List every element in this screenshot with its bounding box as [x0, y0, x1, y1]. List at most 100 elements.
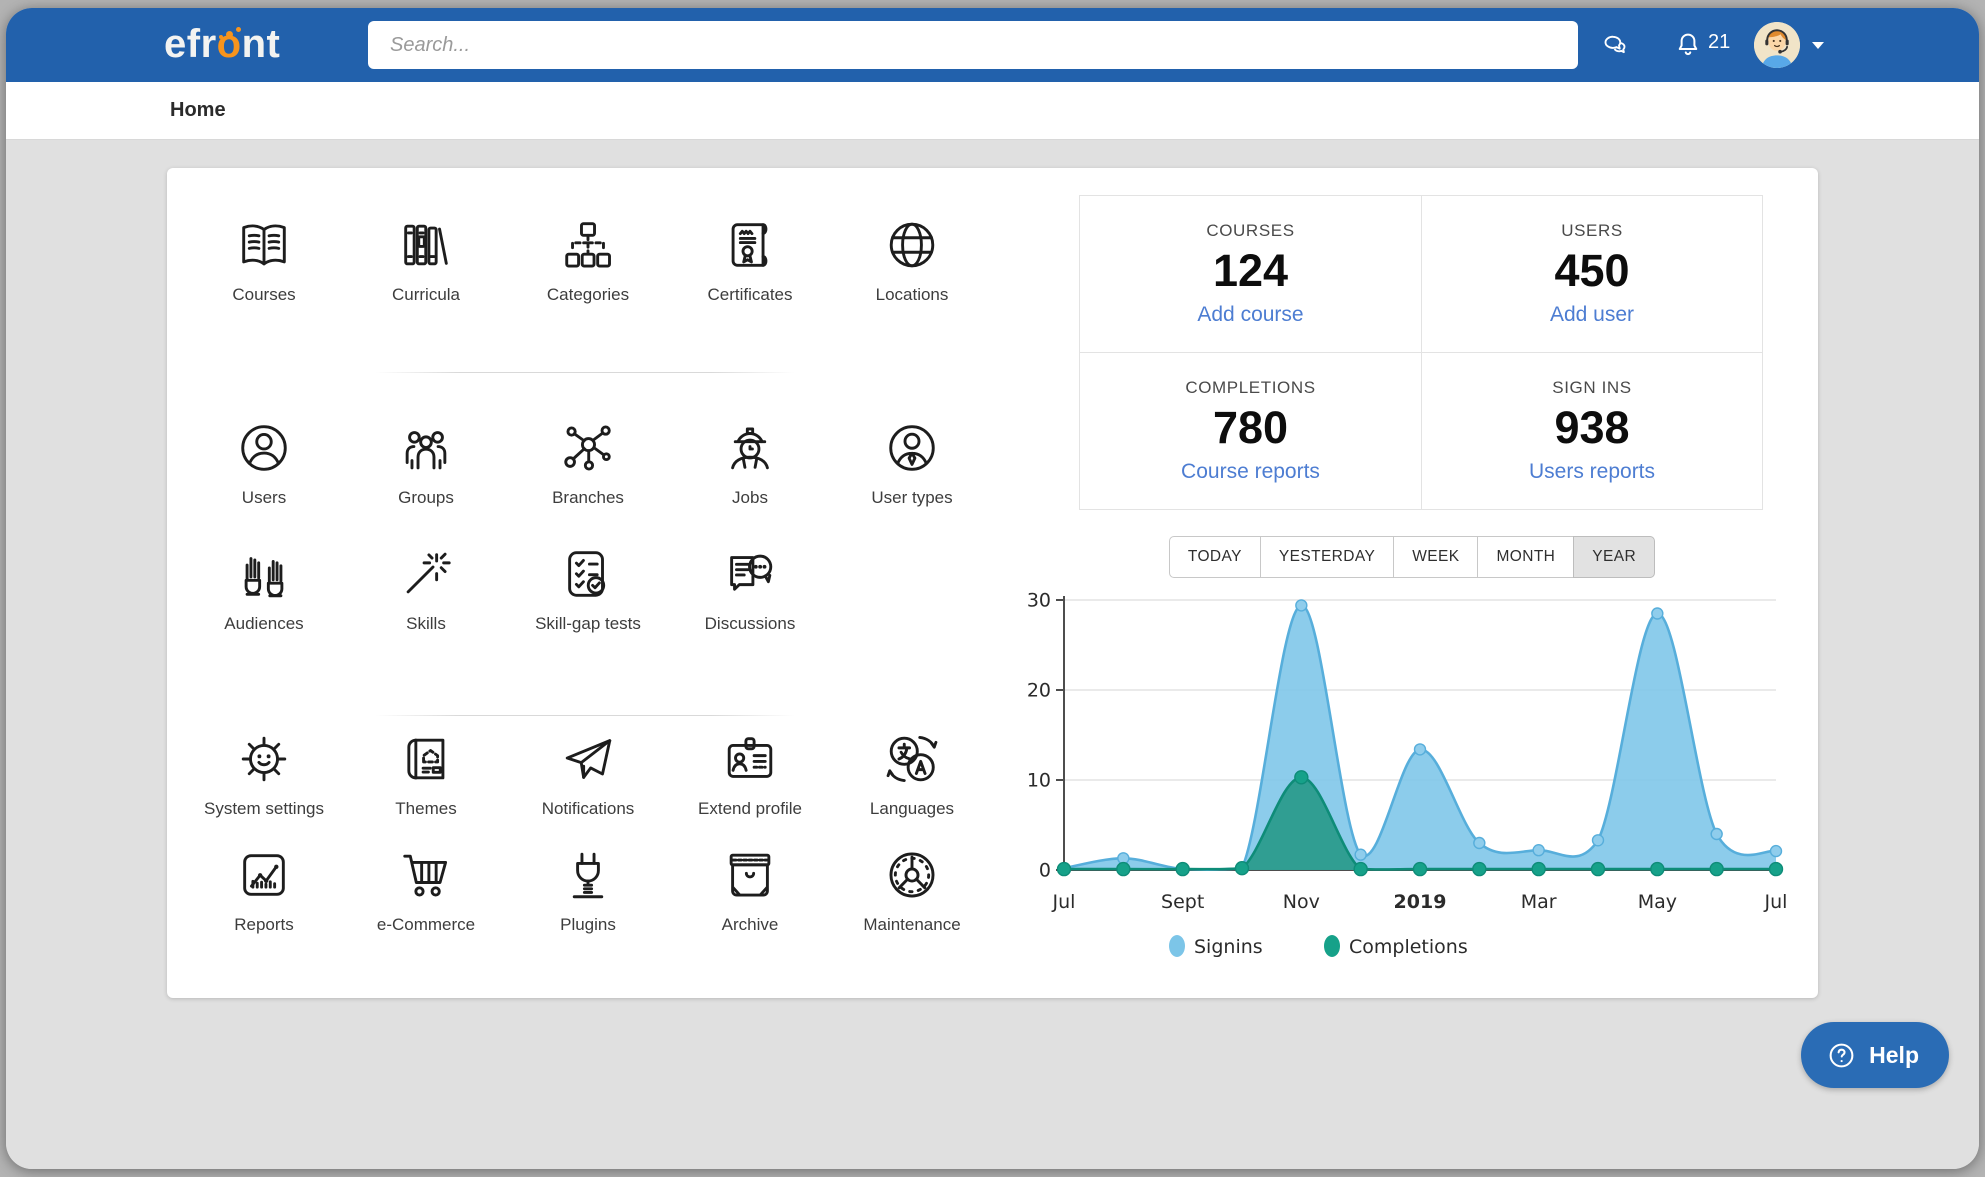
notification-count-badge[interactable]: 21 — [1708, 31, 1730, 54]
signins-data-point[interactable] — [1771, 846, 1782, 857]
legend-item-completions[interactable]: Completions — [1324, 935, 1468, 958]
menu-item-categories[interactable]: Categories — [507, 214, 669, 356]
signins-data-point[interactable] — [1711, 829, 1722, 840]
signins-data-point[interactable] — [1415, 744, 1426, 755]
worker-helmet-icon — [719, 417, 781, 479]
signins-data-point[interactable] — [1593, 835, 1604, 846]
menu-section-1: CoursesCurricula Categories Certificates Lo… — [183, 214, 995, 356]
menu-item-label: e-Commerce — [377, 915, 475, 935]
open-book-icon — [233, 214, 295, 276]
messages-icon[interactable] — [1600, 31, 1630, 61]
y-tick-label: 10 — [1027, 770, 1051, 792]
y-tick-label: 30 — [1027, 590, 1051, 612]
stat-link-add-user[interactable]: Add user — [1550, 303, 1634, 327]
breadcrumb[interactable]: Home — [170, 82, 226, 139]
tab-today[interactable]: TODAY — [1169, 536, 1261, 578]
stat-link-users-reports[interactable]: Users reports — [1529, 460, 1655, 484]
stat-label: USERS — [1561, 221, 1623, 241]
menu-item-audiences[interactable]: Audiences — [183, 543, 345, 669]
menu-item-discussions[interactable]: Discussions — [669, 543, 831, 669]
signins-data-point[interactable] — [1652, 608, 1663, 619]
menu-item-groups[interactable]: Groups — [345, 417, 507, 543]
menu-section-2: Users GroupsBranches Jobs User types Audienc… — [183, 417, 995, 669]
menu-item-label: Locations — [876, 285, 949, 305]
menu-item-e-commerce[interactable]: e-Commerce — [345, 844, 507, 960]
tab-week[interactable]: WEEK — [1393, 536, 1478, 578]
id-card-icon — [719, 728, 781, 790]
x-tick-label: 2019 — [1394, 891, 1447, 913]
search-input[interactable] — [368, 21, 1578, 69]
menu-item-locations[interactable]: Locations — [831, 214, 993, 356]
menu-item-user-types[interactable]: User types — [831, 417, 993, 543]
menu-item-users[interactable]: Users — [183, 417, 345, 543]
completions-data-point[interactable] — [1770, 863, 1783, 876]
section-divider — [375, 715, 795, 716]
completions-data-point[interactable] — [1532, 863, 1545, 876]
admin-menu-grid: CoursesCurricula Categories Certificates Lo… — [183, 214, 995, 960]
section-divider — [375, 372, 795, 373]
menu-item-themes[interactable]: Themes — [345, 728, 507, 844]
completions-data-point[interactable] — [1710, 863, 1723, 876]
translate-circles-icon — [881, 728, 943, 790]
profile-menu-caret-icon[interactable] — [1812, 42, 1824, 49]
menu-item-reports[interactable]: Reports — [183, 844, 345, 960]
x-tick-label: Nov — [1283, 891, 1320, 913]
menu-item-label: Jobs — [732, 488, 768, 508]
menu-item-maintenance[interactable]: Maintenance — [831, 844, 993, 960]
user-badge-icon — [881, 417, 943, 479]
gauge-wheel-icon — [881, 844, 943, 906]
stat-label: SIGN INS — [1552, 378, 1631, 398]
legend-item-signins[interactable]: Signins — [1169, 935, 1263, 958]
activity-chart: 0102030JulSeptNov2019MarMayJulSigninsCom… — [1017, 588, 1807, 988]
tab-month[interactable]: MONTH — [1477, 536, 1574, 578]
completions-data-point[interactable] — [1295, 771, 1308, 784]
tab-year[interactable]: YEAR — [1573, 536, 1655, 578]
completions-data-point[interactable] — [1651, 863, 1664, 876]
completions-data-point[interactable] — [1176, 863, 1189, 876]
paper-plane-icon — [557, 728, 619, 790]
menu-item-label: Categories — [547, 285, 629, 305]
tab-yesterday[interactable]: YESTERDAY — [1260, 536, 1394, 578]
completions-data-point[interactable] — [1473, 863, 1486, 876]
legend-label: Signins — [1194, 936, 1263, 958]
menu-item-courses[interactable]: Courses — [183, 214, 345, 356]
completions-data-point[interactable] — [1414, 863, 1427, 876]
stat-label: COMPLETIONS — [1185, 378, 1315, 398]
stat-link-course-reports[interactable]: Course reports — [1181, 460, 1320, 484]
efront-logo[interactable]: efront — [164, 8, 280, 82]
legend-marker — [1169, 935, 1185, 957]
line-chart-box-icon — [233, 844, 295, 906]
menu-item-extend-profile[interactable]: Extend profile — [669, 728, 831, 844]
signins-data-point[interactable] — [1474, 838, 1485, 849]
menu-item-system-settings[interactable]: System settings — [183, 728, 345, 844]
menu-item-skill-gap-tests[interactable]: Skill-gap tests — [507, 543, 669, 669]
menu-item-notifications[interactable]: Notifications — [507, 728, 669, 844]
completions-data-point[interactable] — [1117, 863, 1130, 876]
signins-data-point[interactable] — [1355, 849, 1366, 860]
signins-data-point[interactable] — [1533, 845, 1544, 856]
x-tick-label: Jul — [1052, 891, 1076, 913]
menu-item-languages[interactable]: Languages — [831, 728, 993, 844]
menu-item-label: Skill-gap tests — [535, 614, 641, 634]
help-button[interactable]: Help — [1801, 1022, 1949, 1088]
stat-card-courses: COURSES124Add course — [1080, 196, 1421, 352]
menu-item-certificates[interactable]: Certificates — [669, 214, 831, 356]
completions-data-point[interactable] — [1354, 863, 1367, 876]
menu-item-archive[interactable]: Archive — [669, 844, 831, 960]
menu-item-plugins[interactable]: Plugins — [507, 844, 669, 960]
stat-value: 938 — [1554, 402, 1629, 454]
completions-data-point[interactable] — [1058, 863, 1071, 876]
completions-data-point[interactable] — [1236, 862, 1249, 875]
menu-item-jobs[interactable]: Jobs — [669, 417, 831, 543]
globe-icon — [881, 214, 943, 276]
completions-data-point[interactable] — [1592, 863, 1605, 876]
user-avatar[interactable] — [1754, 22, 1800, 68]
notifications-bell-icon[interactable] — [1672, 29, 1704, 61]
menu-item-skills[interactable]: Skills — [345, 543, 507, 669]
stat-link-add-course[interactable]: Add course — [1197, 303, 1303, 327]
menu-item-label: Users — [242, 488, 286, 508]
menu-item-branches[interactable]: Branches — [507, 417, 669, 543]
menu-item-curricula[interactable]: Curricula — [345, 214, 507, 356]
power-plug-icon — [557, 844, 619, 906]
signins-data-point[interactable] — [1296, 600, 1307, 611]
